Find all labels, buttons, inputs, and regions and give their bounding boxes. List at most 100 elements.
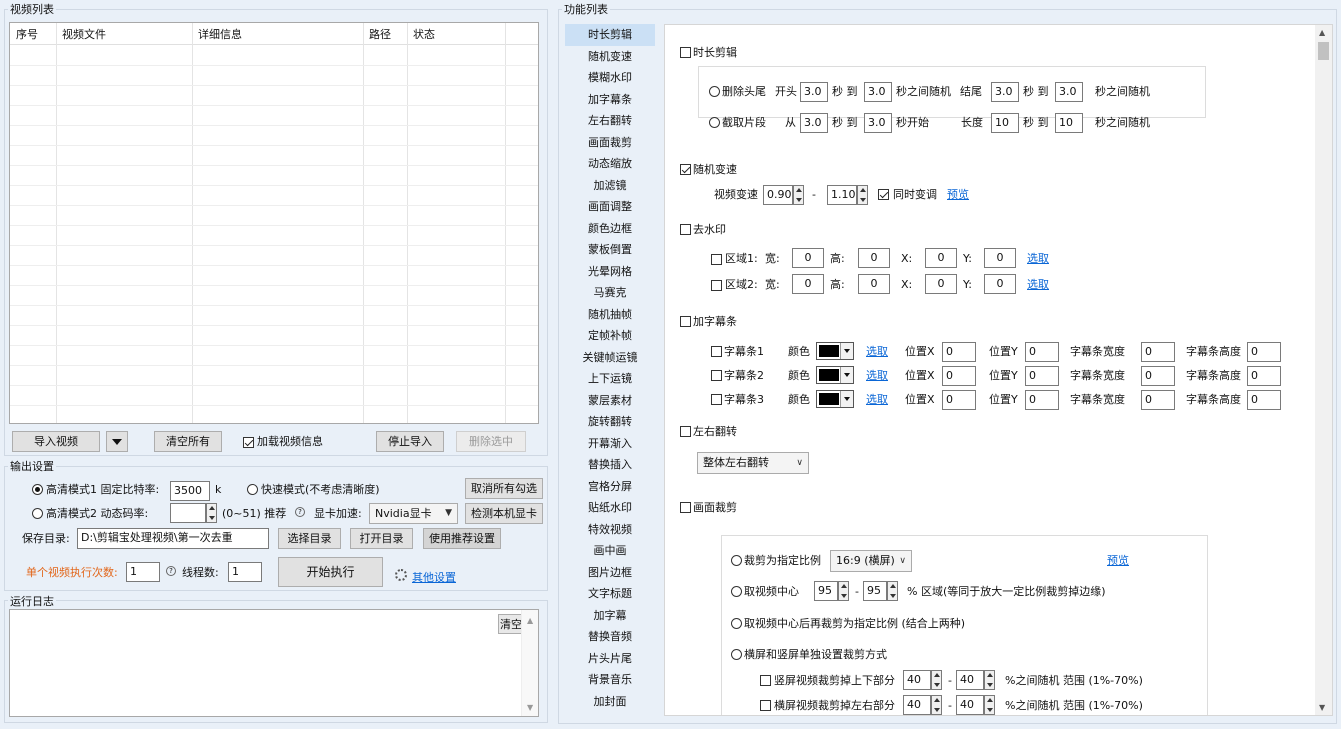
open-dir-button[interactable]: 打开目录 bbox=[350, 528, 413, 549]
center-min-spinner[interactable] bbox=[838, 581, 849, 601]
table-row[interactable] bbox=[10, 65, 538, 66]
delete-selected-button[interactable]: 删除选中 bbox=[456, 431, 526, 452]
other-settings-link[interactable]: 其他设置 bbox=[412, 571, 456, 585]
bar-height-input[interactable]: 0 bbox=[1247, 390, 1281, 410]
table-row[interactable] bbox=[10, 325, 538, 326]
subtitle-bar-checkbox[interactable] bbox=[680, 316, 691, 327]
feature-item[interactable]: 加字幕条 bbox=[565, 89, 655, 111]
feature-item[interactable]: 宫格分屏 bbox=[565, 476, 655, 498]
speed-max-spinner[interactable] bbox=[857, 185, 868, 205]
feature-item[interactable]: 随机抽帧 bbox=[565, 304, 655, 326]
gpu-select[interactable]: Nvidia显卡 ▼ bbox=[369, 503, 458, 524]
table-row[interactable] bbox=[10, 345, 538, 346]
table-row[interactable] bbox=[10, 265, 538, 266]
feature-item[interactable]: 上下运镜 bbox=[565, 368, 655, 390]
portrait-min-spinner[interactable] bbox=[931, 670, 942, 690]
feature-item[interactable]: 光晕网格 bbox=[565, 261, 655, 283]
bar-height-input[interactable]: 0 bbox=[1247, 342, 1281, 362]
posx-input[interactable]: 0 bbox=[942, 366, 976, 386]
feature-item[interactable]: 片头片尾 bbox=[565, 648, 655, 670]
feature-item[interactable]: 左右翻转 bbox=[565, 110, 655, 132]
center-max-input[interactable]: 95 bbox=[863, 581, 887, 601]
col-index[interactable]: 序号 bbox=[16, 28, 38, 42]
region1-checkbox[interactable] bbox=[711, 254, 722, 265]
subtitle-bar-checkbox[interactable] bbox=[711, 370, 722, 381]
table-row[interactable] bbox=[10, 385, 538, 386]
r1-pick-link[interactable]: 选取 bbox=[1027, 252, 1049, 266]
feature-item[interactable]: 马赛克 bbox=[565, 282, 655, 304]
speed-min-spinner[interactable] bbox=[793, 185, 804, 205]
feature-item[interactable]: 旋转翻转 bbox=[565, 411, 655, 433]
r2-y-input[interactable]: 0 bbox=[984, 274, 1016, 294]
watermark-checkbox[interactable] bbox=[680, 224, 691, 235]
posx-input[interactable]: 0 bbox=[942, 342, 976, 362]
crop-center-ratio-radio[interactable] bbox=[731, 618, 742, 629]
flip-checkbox[interactable] bbox=[680, 426, 691, 437]
posx-input[interactable]: 0 bbox=[942, 390, 976, 410]
color-picker[interactable] bbox=[816, 390, 854, 408]
landscape-min-input[interactable]: 40 bbox=[903, 695, 931, 715]
crop-checkbox[interactable] bbox=[680, 502, 691, 513]
feature-item[interactable]: 加封面 bbox=[565, 691, 655, 713]
table-row[interactable] bbox=[10, 165, 538, 166]
subtitle-bar-checkbox[interactable] bbox=[711, 346, 722, 357]
trim-remove-radio[interactable] bbox=[709, 86, 720, 97]
r1-y-input[interactable]: 0 bbox=[984, 248, 1016, 268]
log-textarea[interactable]: 清空 ▲ ▼ bbox=[9, 609, 539, 717]
mode2-radio[interactable] bbox=[32, 508, 43, 519]
stop-import-button[interactable]: 停止导入 bbox=[376, 431, 444, 452]
portrait-max-input[interactable]: 40 bbox=[956, 670, 984, 690]
color-picker[interactable] bbox=[816, 342, 854, 360]
landscape-min-spinner[interactable] bbox=[931, 695, 942, 715]
feature-item[interactable]: 随机变速 bbox=[565, 46, 655, 68]
table-row[interactable] bbox=[10, 245, 538, 246]
feature-item[interactable]: 替换插入 bbox=[565, 454, 655, 476]
posy-input[interactable]: 0 bbox=[1025, 390, 1059, 410]
import-video-button[interactable]: 导入视频 bbox=[12, 431, 100, 452]
uncheck-all-button[interactable]: 取消所有勾选 bbox=[465, 478, 543, 499]
feature-item[interactable]: 图片边框 bbox=[565, 562, 655, 584]
import-dropdown-button[interactable] bbox=[106, 431, 128, 452]
subtitle-bar-checkbox[interactable] bbox=[711, 394, 722, 405]
posy-input[interactable]: 0 bbox=[1025, 342, 1059, 362]
save-dir-input[interactable]: D:\剪辑宝处理视频\第一次去重 bbox=[77, 528, 269, 549]
portrait-min-input[interactable]: 40 bbox=[903, 670, 931, 690]
bar-height-input[interactable]: 0 bbox=[1247, 366, 1281, 386]
crf-spinner[interactable] bbox=[206, 503, 217, 523]
feature-item[interactable]: 画面调整 bbox=[565, 196, 655, 218]
scrollbar-thumb[interactable] bbox=[1318, 42, 1329, 60]
posy-input[interactable]: 0 bbox=[1025, 366, 1059, 386]
table-row[interactable] bbox=[10, 225, 538, 226]
detect-gpu-button[interactable]: 检测本机显卡 bbox=[465, 503, 543, 524]
table-row[interactable] bbox=[10, 285, 538, 286]
bitrate-input[interactable]: 3500 bbox=[170, 481, 210, 501]
center-min-input[interactable]: 95 bbox=[814, 581, 838, 601]
crop-separate-radio[interactable] bbox=[731, 649, 742, 660]
crop-preview-link[interactable]: 预览 bbox=[1107, 554, 1129, 568]
feature-item[interactable]: 开幕渐入 bbox=[565, 433, 655, 455]
flip-select[interactable]: 整体左右翻转 ∨ bbox=[697, 452, 809, 474]
col-path[interactable]: 路径 bbox=[369, 28, 391, 42]
landscape-max-spinner[interactable] bbox=[984, 695, 995, 715]
table-row[interactable] bbox=[10, 205, 538, 206]
feature-item[interactable]: 颜色边框 bbox=[565, 218, 655, 240]
crop-center-radio[interactable] bbox=[731, 586, 742, 597]
crop-ratio-radio[interactable] bbox=[731, 555, 742, 566]
region2-checkbox[interactable] bbox=[711, 280, 722, 291]
speed-min-input[interactable]: 0.90 bbox=[763, 185, 793, 205]
table-row[interactable] bbox=[10, 365, 538, 366]
bar-width-input[interactable]: 0 bbox=[1141, 342, 1175, 362]
table-row[interactable] bbox=[10, 185, 538, 186]
center-max-spinner[interactable] bbox=[887, 581, 898, 601]
trim-checkbox[interactable] bbox=[680, 47, 691, 58]
col-status[interactable]: 状态 bbox=[413, 28, 435, 42]
video-table[interactable]: 序号 视频文件 详细信息 路径 状态 bbox=[9, 22, 539, 424]
head-to-input[interactable]: 3.0 bbox=[864, 82, 892, 102]
r2-x-input[interactable]: 0 bbox=[925, 274, 957, 294]
crf-input[interactable] bbox=[170, 503, 206, 523]
table-row[interactable] bbox=[10, 125, 538, 126]
mode1-radio[interactable] bbox=[32, 484, 43, 495]
pick-link[interactable]: 选取 bbox=[866, 369, 888, 383]
r1-x-input[interactable]: 0 bbox=[925, 248, 957, 268]
len-to-input[interactable]: 10 bbox=[1055, 113, 1083, 133]
